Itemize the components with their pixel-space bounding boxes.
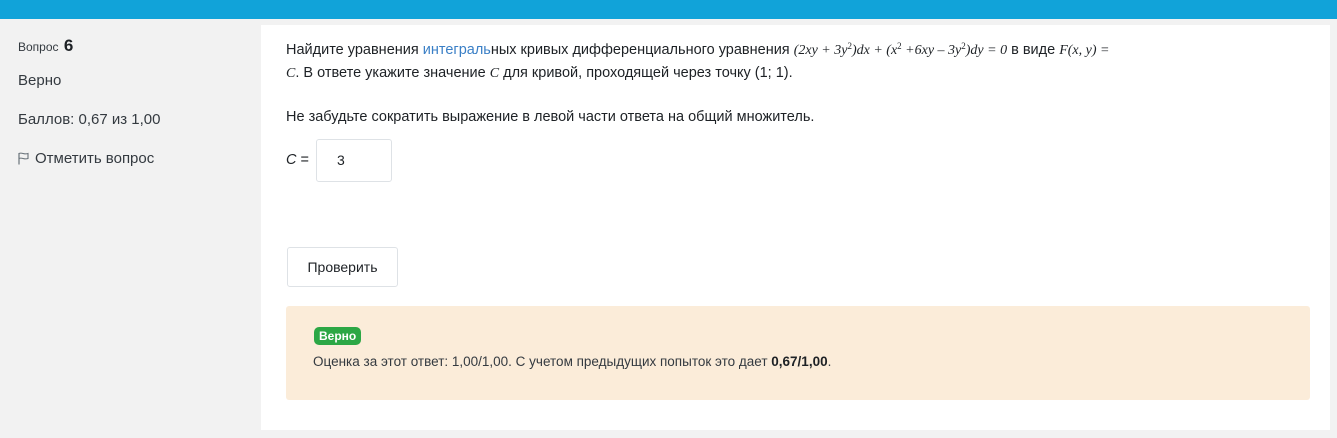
answer-label: C = xyxy=(286,152,309,168)
top-bar xyxy=(0,0,1337,19)
flag-icon xyxy=(18,152,29,165)
question-info-sidebar: Вопрос 6 Верно Баллов: 0,67 из 1,00 Отме… xyxy=(0,19,261,438)
highlighted-word: интеграль xyxy=(422,42,491,58)
question-content: Найдите уравнения интегральных кривых ди… xyxy=(261,25,1330,430)
equation-form: F(x, y) = xyxy=(1059,43,1110,58)
flag-question-button[interactable]: Отметить вопрос xyxy=(18,150,154,167)
question-number-value: 6 xyxy=(63,36,74,55)
question-number: Вопрос 6 xyxy=(18,36,74,55)
question-state: Верно xyxy=(18,72,62,89)
correct-badge: Верно xyxy=(314,327,362,345)
feedback-panel: Верно Оценка за этот ответ: 1,00/1,00. С… xyxy=(286,306,1310,400)
question-text: Найдите уравнения интегральных кривых ди… xyxy=(286,41,1110,82)
flag-question-label: Отметить вопрос xyxy=(35,150,155,167)
question-grade: Баллов: 0,67 из 1,00 xyxy=(18,111,161,128)
answer-input[interactable] xyxy=(316,139,392,182)
feedback-score: 0,67/1,00 xyxy=(771,354,828,369)
equation: (2xy + 3y2)dx + (x2 +6xy – 3y2)dy = 0 xyxy=(793,41,1008,59)
question-note: Не забудьте сократить выражение в левой … xyxy=(286,109,815,125)
check-button[interactable]: Проверить xyxy=(287,247,398,287)
feedback-text: Оценка за этот ответ: 1,00/1,00. С учето… xyxy=(313,354,832,369)
